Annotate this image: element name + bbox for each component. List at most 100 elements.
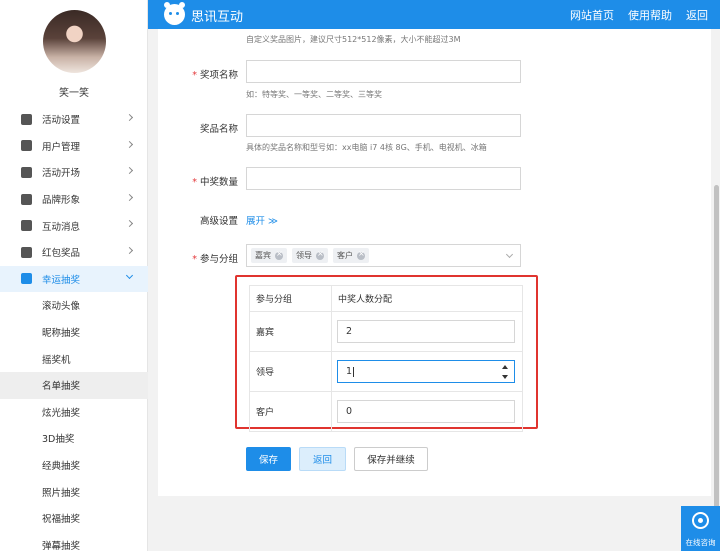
scrollbar-thumb[interactable] [714,185,719,515]
chevron-right-icon [125,167,134,175]
image-hint: 自定义奖品图片，建议尺寸512*512像素，大小不能超过3M [246,35,461,44]
expand-link[interactable]: 展开 ≫ [246,213,278,227]
sidebar-item-label: 活动设置 [42,115,81,127]
text-cursor [353,366,355,377]
sidebar-subitem[interactable]: 滚动头像 [0,292,148,319]
allocation-input[interactable]: 2 [337,320,515,343]
save-and-continue-button[interactable]: 保存并继续 [354,447,428,471]
allocation-cell: 2 [331,311,523,352]
required-mark: * [192,177,197,188]
avatar[interactable] [43,10,106,73]
gift-icon [21,246,32,258]
allocation-value: 1 [346,366,353,377]
winner-count-label-text: 中奖数量 [199,177,238,188]
back-button[interactable]: 返回 [299,447,346,471]
advanced-label: 高级设置 [199,216,238,227]
sidebar-subitem[interactable]: 3D抽奖 [0,425,148,452]
table-row: 嘉宾 2 [249,311,523,352]
message-icon [21,220,32,232]
chevron-right-icon [125,193,134,201]
online-consult-label: 在线咨询 [685,538,716,547]
allocation-cell: 1 [331,351,523,392]
group-tag: 领导 [292,248,328,263]
groups-label: * 参与分组 [158,251,238,265]
sidebar-subitem[interactable]: 祝福抽奖 [0,505,148,532]
nav-help-link[interactable]: 使用帮助 [628,7,672,23]
send-icon [21,166,32,178]
sidebar-subitem[interactable]: 经典抽奖 [0,452,148,479]
distribution-table: 参与分组 中奖人数分配 嘉宾 2 领导 1 客户 0 [249,285,523,432]
sidebar-item-label: 互动消息 [42,221,81,233]
sidebar-item-opening[interactable]: 活动开场 [0,159,148,186]
column-header-group: 参与分组 [249,285,332,312]
sidebar-item-brand[interactable]: 品牌形象 [0,186,148,213]
user-icon [21,140,32,152]
group-cell: 客户 [249,391,332,432]
sidebar-item-label: 幸运抽奖 [42,274,81,286]
gear-icon [21,113,32,125]
chevron-down-icon [125,271,134,279]
tag-close-icon[interactable] [357,249,365,260]
group-tag-label: 客户 [337,251,353,260]
allocation-input[interactable]: 0 [337,400,515,423]
tag-close-icon[interactable] [316,249,324,260]
nav-home-link[interactable]: 网站首页 [570,7,614,23]
headset-icon [692,512,709,529]
sidebar-item-label: 品牌形象 [42,195,81,207]
lottery-icon [21,273,32,285]
allocation-value: 0 [346,406,353,417]
prize-name-hint: 具体的奖品名称和型号如：xx电脑 i7 4核 8G、手机、电视机、冰箱 [246,143,487,152]
sidebar-menu: 活动设置 用户管理 活动开场 品牌形象 互动消息 红包奖品 幸运抽奖 滚动头像 … [0,106,148,551]
column-header-allocation: 中奖人数分配 [331,285,523,312]
groups-label-text: 参与分组 [199,254,238,265]
brand-name: 思讯互动 [191,10,244,25]
chevron-right-icon [125,246,134,255]
sidebar-subitem[interactable]: 照片抽奖 [0,478,148,505]
award-name-label: * 奖项名称 [158,67,238,81]
sidebar-item-lottery[interactable]: 幸运抽奖 [0,265,148,293]
sidebar-item-messages[interactable]: 互动消息 [0,212,148,239]
chevron-right-icon [125,140,134,148]
group-cell: 领导 [249,351,332,392]
groups-select[interactable]: 嘉宾 领导 客户 [246,244,521,267]
sidebar-item-label: 红包奖品 [42,248,81,260]
award-name-hint: 如：特等奖、一等奖、二等奖、三等奖 [246,90,382,99]
username: 笑一笑 [59,88,89,99]
sidebar-subitem[interactable]: 炫光抽奖 [0,399,148,426]
winner-count-input[interactable] [246,167,521,190]
top-nav: 网站首页 使用帮助 返回 [570,7,720,23]
prize-name-label: 奖品名称 [199,124,238,135]
save-button[interactable]: 保存 [246,447,291,471]
sidebar-subitem[interactable]: 弹幕抽奖 [0,532,148,551]
online-consult-button[interactable]: 在线咨询 [681,506,720,551]
group-tag: 客户 [333,248,369,263]
chevron-right-icon [125,113,134,122]
sidebar-item-activity-settings[interactable]: 活动设置 [0,106,148,133]
award-name-input[interactable] [246,60,521,83]
logo-icon [164,4,185,25]
group-tag-label: 领导 [296,251,312,260]
main-panel: 自定义奖品图片，建议尺寸512*512像素，大小不能超过3M * 奖项名称 如：特… [158,29,711,496]
sidebar-subitem[interactable]: 昵称抽奖 [0,319,148,346]
sidebar-subitem[interactable]: 摇奖机 [0,345,148,372]
prize-name-input[interactable] [246,114,521,137]
allocation-value: 2 [346,326,353,337]
sidebar-item-red-packet[interactable]: 红包奖品 [0,239,148,266]
required-mark: * [192,70,197,81]
top-bar: 思讯互动 网站首页 使用帮助 返回 [148,0,720,29]
tag-close-icon[interactable] [275,249,283,260]
nav-back-link[interactable]: 返回 [686,7,708,23]
sidebar-subitem-selected[interactable]: 名单抽奖 [0,371,148,399]
table-row: 领导 1 [249,351,523,392]
group-tag-label: 嘉宾 [255,251,271,260]
table-header-row: 参与分组 中奖人数分配 [249,285,523,312]
chevron-right-icon [125,220,134,228]
spinner-icon[interactable] [502,364,509,380]
allocation-input[interactable]: 1 [337,360,515,383]
scrollbar[interactable] [713,29,720,551]
groups-tags: 嘉宾 领导 客户 [247,245,520,266]
sidebar-item-label: 用户管理 [42,141,81,153]
winner-count-label: * 中奖数量 [158,174,238,188]
sidebar-item-user-management[interactable]: 用户管理 [0,133,148,160]
group-cell: 嘉宾 [249,311,332,352]
